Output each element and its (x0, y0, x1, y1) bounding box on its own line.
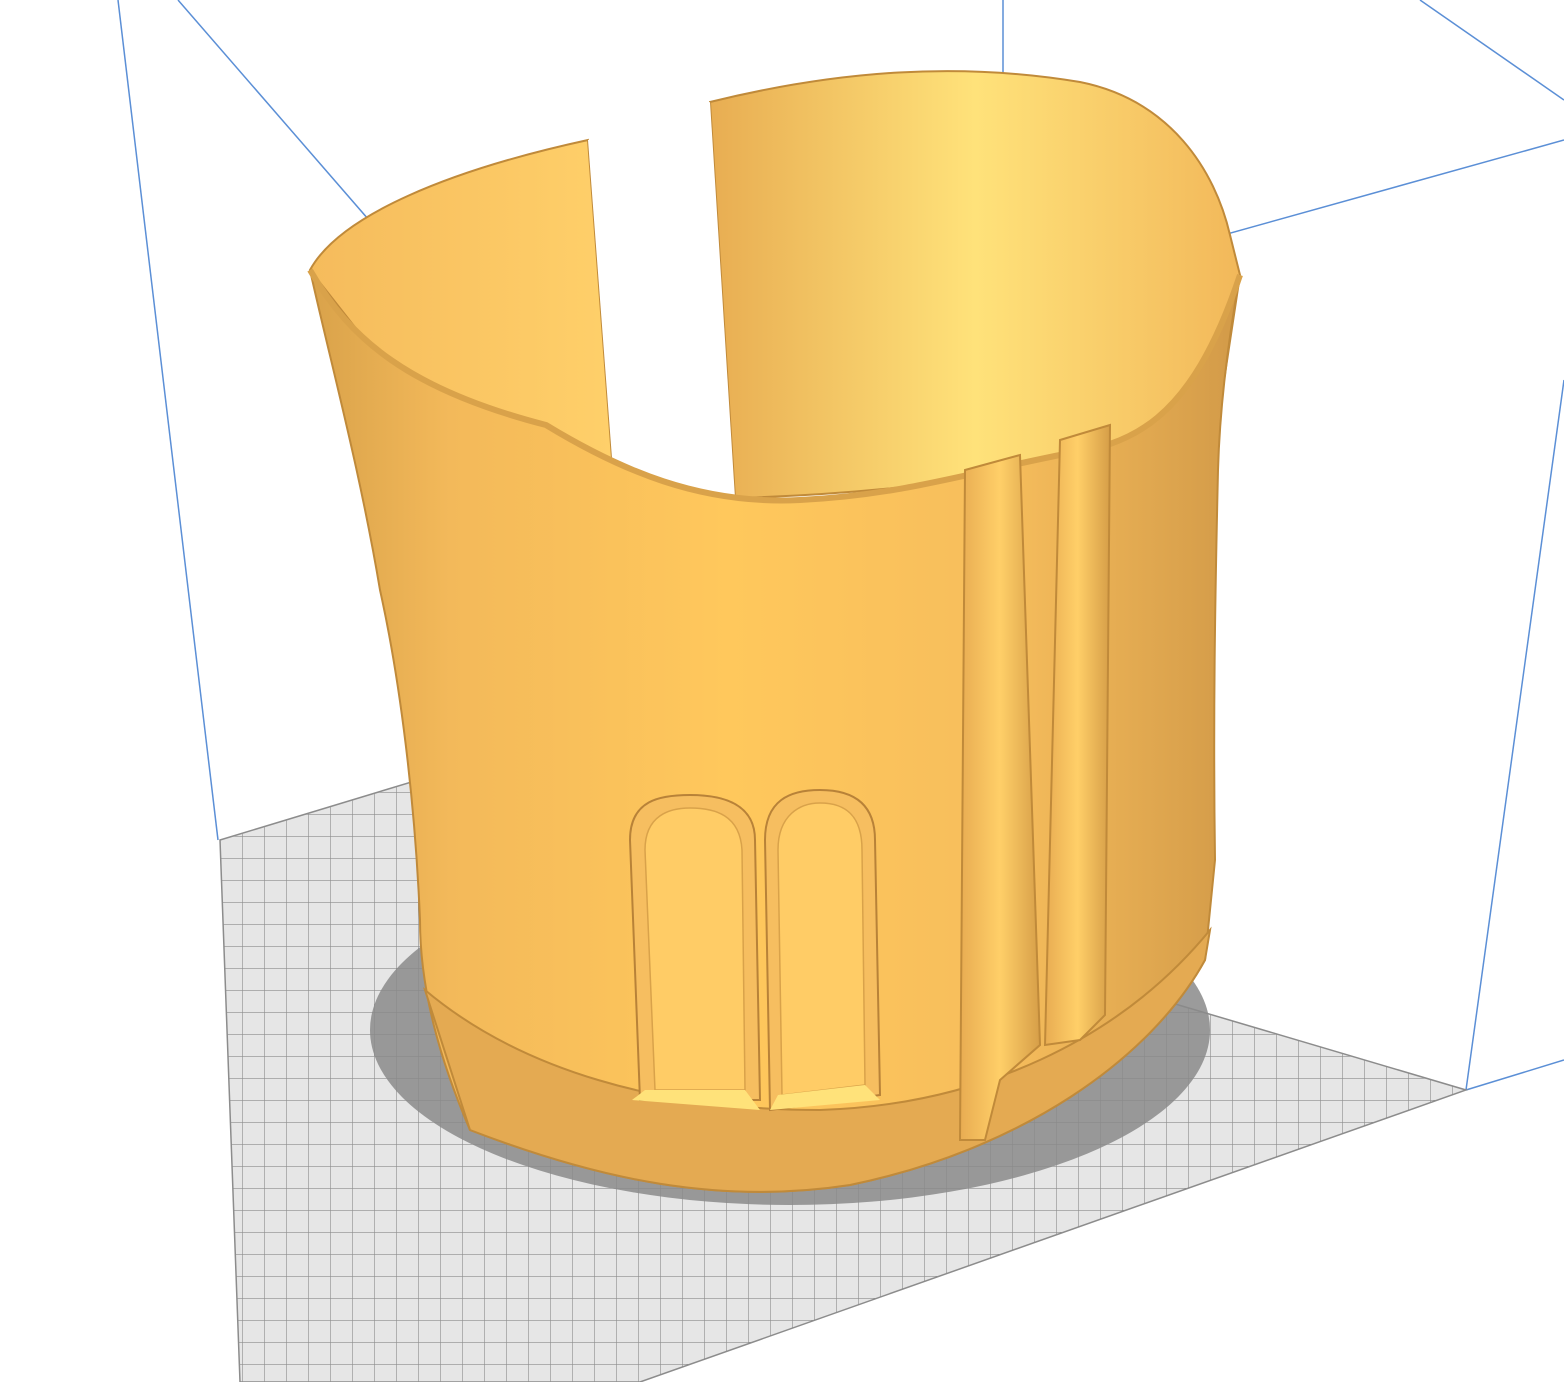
scene-canvas[interactable] (0, 0, 1564, 1382)
3d-viewport[interactable] (0, 0, 1564, 1382)
arch-relief-left (628, 793, 762, 1110)
cuff-model[interactable] (307, 70, 1243, 1193)
arch-relief-right (763, 788, 882, 1112)
